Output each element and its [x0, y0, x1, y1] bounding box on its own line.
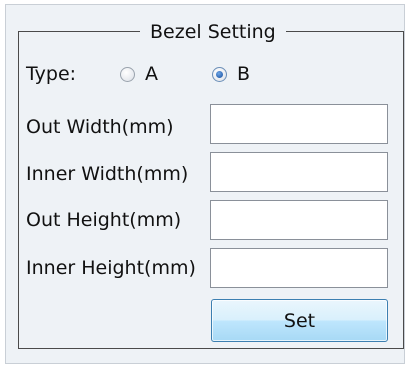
radio-option-b[interactable]: B: [212, 62, 250, 86]
out-height-input[interactable]: [210, 200, 388, 240]
out-height-label: Out Height(mm): [26, 209, 182, 231]
radio-b-circle[interactable]: [212, 66, 227, 82]
out-width-input[interactable]: [210, 104, 388, 144]
inner-height-input[interactable]: [210, 248, 388, 288]
radio-a-label: A: [145, 63, 158, 85]
out-width-label: Out Width(mm): [26, 116, 174, 138]
set-button[interactable]: Set: [211, 299, 388, 342]
inner-height-label: Inner Height(mm): [26, 257, 196, 279]
radio-a-circle[interactable]: [120, 66, 135, 82]
inner-width-label: Inner Width(mm): [26, 163, 189, 185]
radio-option-a[interactable]: A: [120, 62, 158, 86]
type-label: Type:: [26, 63, 77, 85]
inner-width-input[interactable]: [210, 152, 388, 192]
group-title: Bezel Setting: [140, 18, 286, 46]
radio-b-label: B: [237, 63, 251, 85]
